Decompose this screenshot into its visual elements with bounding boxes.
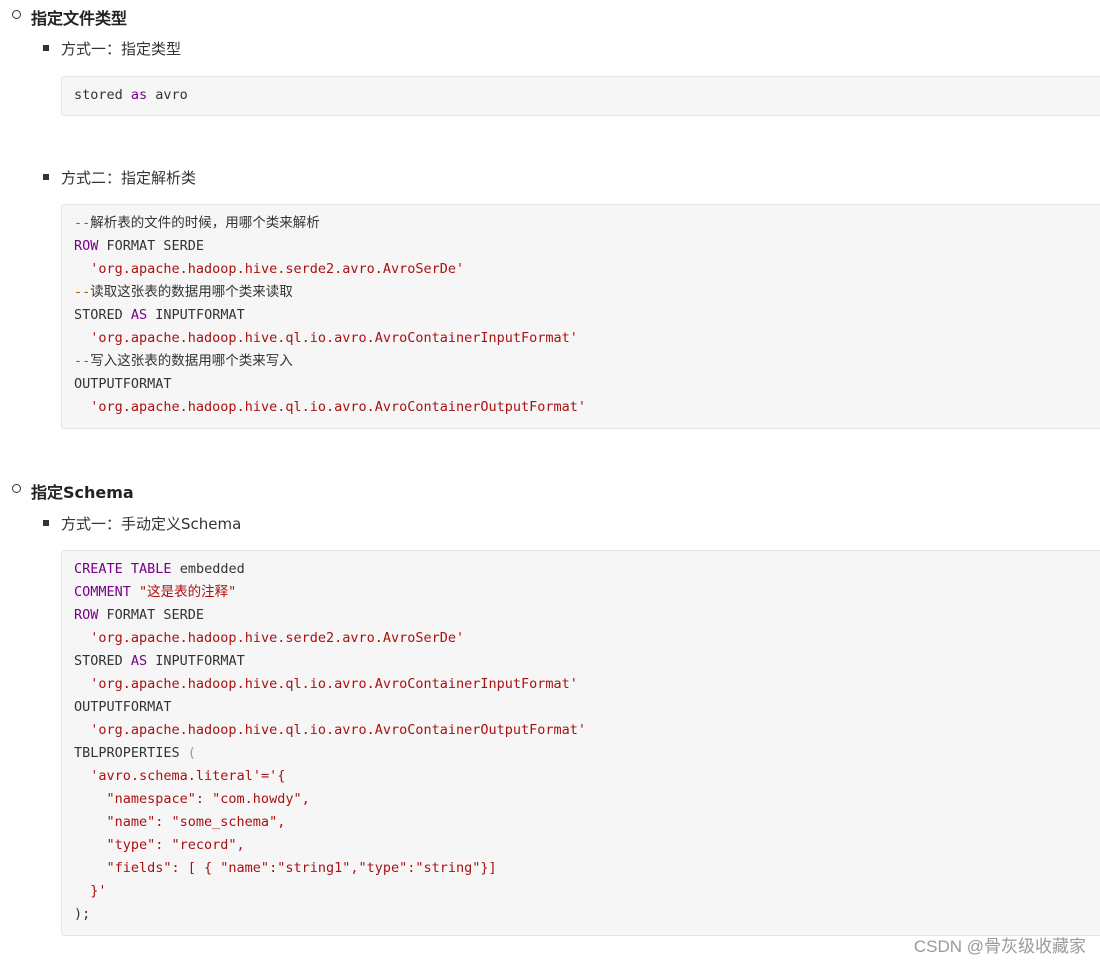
code-line: 'org.apache.hadoop.hive.ql.io.avro.AvroC… [74,327,578,350]
code-line: --读取这张表的数据用哪个类来读取 [74,281,293,304]
code-token: embedded [171,561,245,577]
code-line: "fields": [ { "name":"string1","type":"s… [74,857,497,880]
code-token: 解析表的文件的时候，用哪个类来解析 [90,215,320,231]
code-block[interactable]: CREATE TABLE embedded COMMENT "这是表的注释" ROW… [61,550,1100,936]
code-line: COMMENT "这是表的注释" [74,581,236,604]
code-line: --写入这张表的数据用哪个类来写入 [74,350,293,373]
code-token: "这是表的注释" [139,584,237,600]
code-block[interactable]: --解析表的文件的时候，用哪个类来解析 ROW FORMAT SERDE 'org… [61,204,1100,429]
code-token: CREATE [74,561,123,577]
code-token: stored [74,87,131,103]
code-token: AS [130,307,148,323]
code-line: 'org.apache.hadoop.hive.ql.io.avro.AvroC… [74,673,578,696]
code-line: OUTPUTFORMAT [74,696,172,719]
code-line: stored as avro [74,84,188,107]
code-line: ROW FORMAT SERDE [74,604,204,627]
csdn-watermark: CSDN @骨灰级收藏家 [913,937,1086,956]
code-token: "name": "some_schema", [74,814,286,830]
code-block[interactable]: stored as avro [61,76,1100,116]
square-bullet-icon [43,45,49,51]
code-token: ROW [74,607,99,623]
code-token: -- [74,215,91,231]
list-item-label: 方式一：指定类型 [61,40,182,58]
code-line: 'org.apache.hadoop.hive.ql.io.avro.AvroC… [74,719,586,742]
code-token: -- [74,284,91,300]
code-token: "namespace": "com.howdy", [74,791,310,807]
code-token: OUTPUTFORMAT [74,699,172,715]
code-token: ); [74,906,91,922]
code-line: CREATE TABLE embedded [74,558,245,581]
code-token: 'org.apache.hadoop.hive.ql.io.avro.AvroC… [90,722,587,738]
section-heading-text: 指定文件类型 [31,9,128,28]
code-token: 'org.apache.hadoop.hive.ql.io.avro.AvroC… [90,676,578,692]
section-heading-text: 指定Schema [31,483,134,502]
code-line: "name": "some_schema", [74,811,286,834]
hollow-circle-bullet-icon [12,484,21,493]
list-item-label: 方式二：指定解析类 [61,169,197,187]
code-token: ( [187,745,196,761]
code-token: 'org.apache.hadoop.hive.serde2.avro.Avro… [90,261,465,277]
code-token: -- [74,353,91,369]
code-token: 'org.apache.hadoop.hive.ql.io.avro.AvroC… [90,330,578,346]
code-token: 'avro.schema.literal'='{ [90,768,286,784]
code-token: 'org.apache.hadoop.hive.serde2.avro.Avro… [90,630,465,646]
code-line: 'org.apache.hadoop.hive.ql.io.avro.AvroC… [74,396,586,419]
code-line: }' [74,880,107,903]
code-token: "fields": [ { "name":"string1","type":"s… [74,860,497,876]
code-line: "namespace": "com.howdy", [74,788,310,811]
code-token: as [130,87,148,103]
code-line: 'org.apache.hadoop.hive.serde2.avro.Avro… [74,258,464,281]
list-item-label: 方式一：手动定义Schema [61,515,242,533]
code-token: FORMAT SERDE [98,607,205,623]
code-token: 读取这张表的数据用哪个类来读取 [90,284,293,300]
code-token: INPUTFORMAT [147,307,245,323]
code-line: TBLPROPERTIES ( [74,742,196,765]
code-line: OUTPUTFORMAT [74,373,172,396]
code-token: ROW [74,238,99,254]
code-token: TABLE [130,561,172,577]
code-token: FORMAT SERDE [98,238,205,254]
code-token: 'org.apache.hadoop.hive.ql.io.avro.AvroC… [90,399,587,415]
code-token: STORED [74,307,131,323]
code-line: 'org.apache.hadoop.hive.serde2.avro.Avro… [74,627,464,650]
code-token: "type": "record", [74,837,245,853]
square-bullet-icon [43,174,49,180]
code-token: STORED [74,653,131,669]
code-line: ); [74,903,90,926]
code-token: avro [147,87,188,103]
code-line: 'avro.schema.literal'='{ [74,765,285,788]
code-token: TBLPROPERTIES [74,745,188,761]
code-line: --解析表的文件的时候，用哪个类来解析 [74,212,320,235]
code-line: ROW FORMAT SERDE [74,235,204,258]
code-token: AS [130,653,148,669]
code-token: COMMENT [74,584,131,600]
square-bullet-icon [43,520,49,526]
code-line: STORED AS INPUTFORMAT [74,650,245,673]
code-token: OUTPUTFORMAT [74,376,172,392]
code-line: "type": "record", [74,834,245,857]
code-token: }' [74,883,107,899]
code-token: 写入这张表的数据用哪个类来写入 [90,353,293,369]
code-line: STORED AS INPUTFORMAT [74,304,245,327]
code-token: INPUTFORMAT [147,653,245,669]
hollow-circle-bullet-icon [12,10,21,19]
